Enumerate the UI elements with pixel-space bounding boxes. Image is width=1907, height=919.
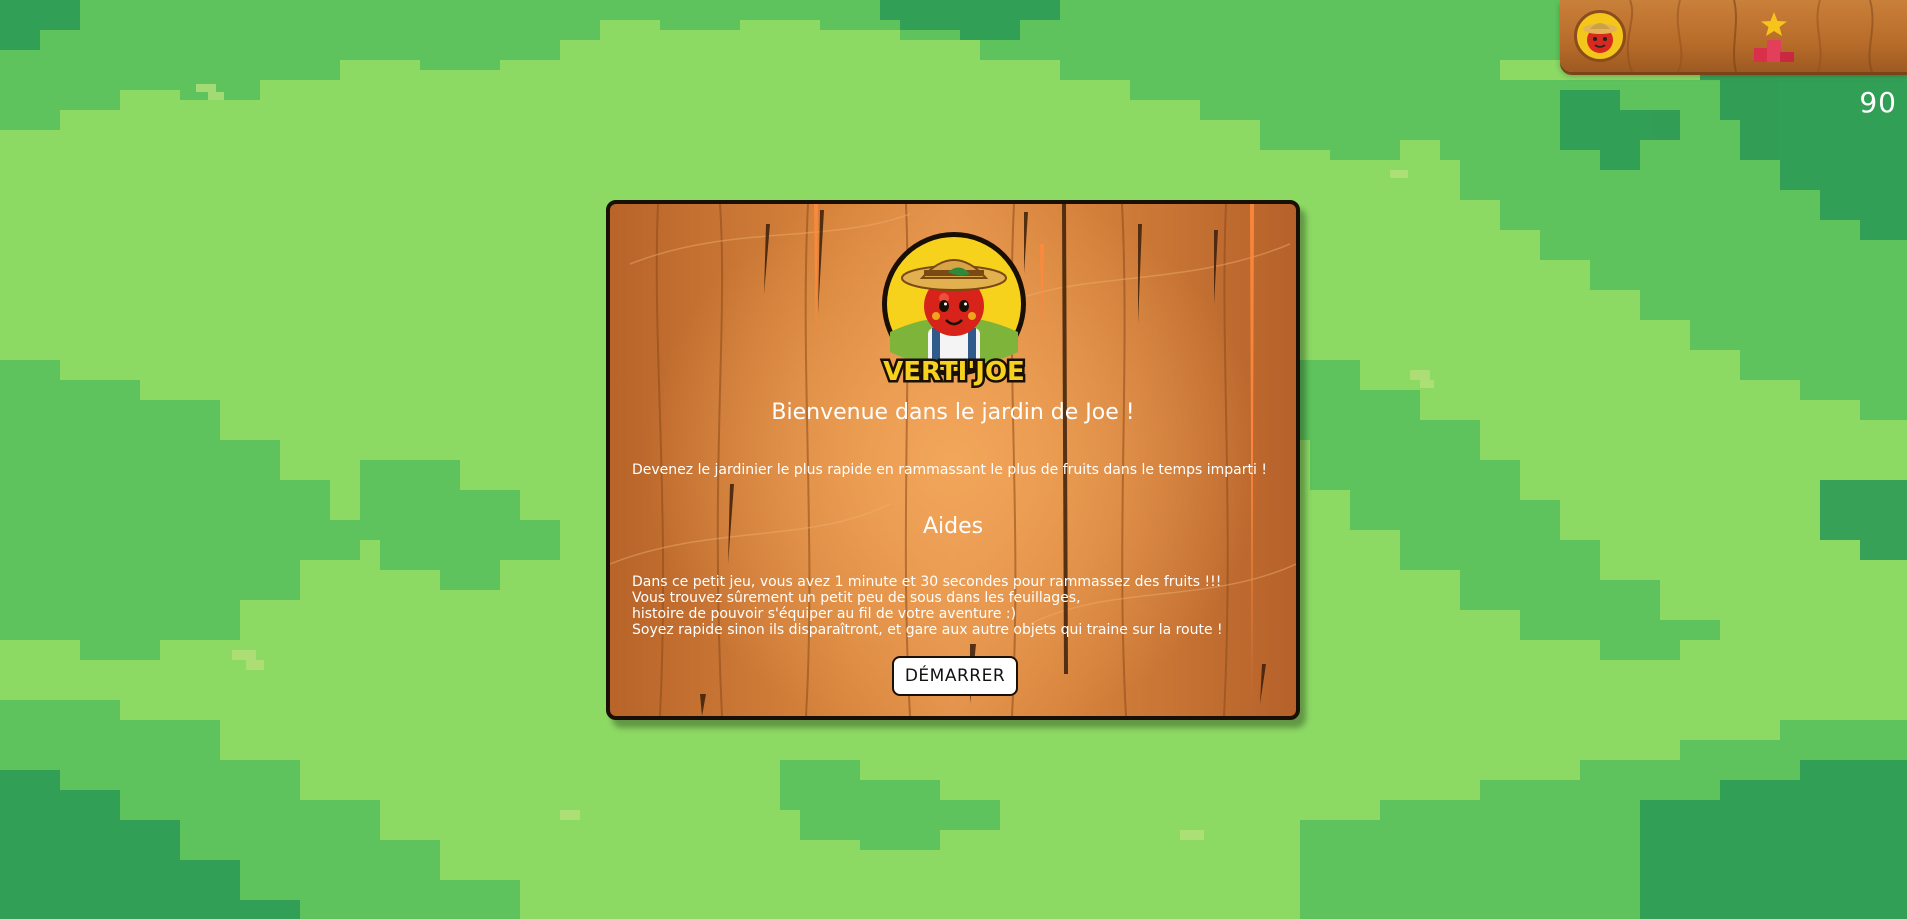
player-avatar-icon [1574,10,1626,62]
help-title: Aides [922,514,984,539]
top-hud [1560,0,1907,72]
help-text: Dans ce petit jeu, vous avez 1 minute et… [632,574,1292,638]
start-button[interactable]: DÉMARRER [892,656,1018,696]
welcome-dialog: VERTI'JOE Bienvenue dans le jardin de Jo… [606,200,1300,720]
help-line: histoire de pouvoir s'équiper au fil de … [632,606,1017,622]
help-line: Vous trouvez sûrement un petit peu de so… [632,590,1081,606]
help-line: Soyez rapide sinon ils disparaîtront, et… [632,622,1223,638]
verti-joe-logo: VERTI'JOE [881,232,1027,390]
intro-text: Devenez le jardinier le plus rapide en r… [632,462,1267,478]
star-podium-icon[interactable] [1746,8,1802,64]
welcome-title: Bienvenue dans le jardin de Joe ! [771,400,1135,425]
help-line: Dans ce petit jeu, vous avez 1 minute et… [632,574,1222,590]
countdown-timer: 90 [1859,86,1897,119]
logo-text: VERTI'JOE [883,357,1025,387]
